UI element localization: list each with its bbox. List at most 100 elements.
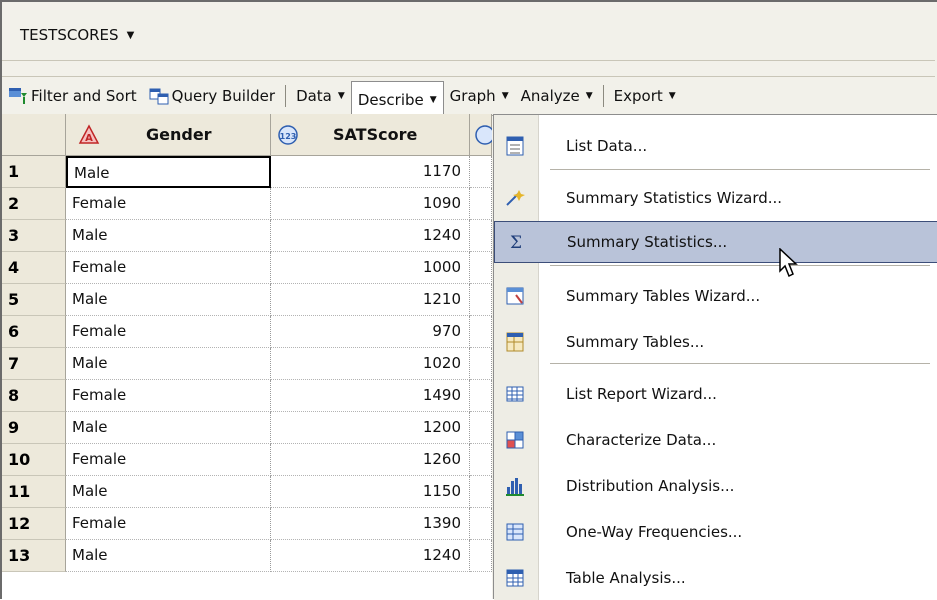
next-column-cell[interactable] — [470, 444, 492, 476]
row-number[interactable]: 7 — [2, 348, 66, 380]
menu-item-label: Summary Statistics... — [567, 233, 728, 251]
next-column-cell[interactable] — [470, 252, 492, 284]
next-column-cell[interactable] — [470, 188, 492, 220]
gender-cell[interactable]: Female — [66, 316, 271, 348]
menu-item-label: List Report Wizard... — [566, 385, 717, 403]
grid-corner[interactable] — [2, 114, 66, 156]
gender-cell[interactable]: Male — [66, 476, 271, 508]
gender-cell[interactable]: Female — [66, 188, 271, 220]
satscore-cell[interactable]: 970 — [271, 316, 470, 348]
row-number[interactable]: 5 — [2, 284, 66, 316]
next-column-cell[interactable] — [470, 476, 492, 508]
query-builder-label: Query Builder — [171, 87, 276, 105]
gender-cell[interactable]: Male — [66, 156, 271, 188]
menu-item-list-report-wizard[interactable]: List Report Wizard... — [494, 373, 937, 415]
satscore-cell[interactable]: 1020 — [271, 348, 470, 380]
row-number[interactable]: 1 — [2, 156, 66, 188]
next-column-cell[interactable] — [470, 156, 492, 188]
export-menu-label: Export — [613, 87, 663, 105]
menu-separator — [550, 169, 930, 170]
list-data-icon — [506, 136, 524, 156]
menu-separator — [550, 363, 930, 364]
row-number[interactable]: 13 — [2, 540, 66, 572]
menu-item-label: Summary Tables Wizard... — [566, 287, 761, 305]
gender-cell[interactable]: Female — [66, 508, 271, 540]
gender-cell[interactable]: Female — [66, 380, 271, 412]
satscore-cell[interactable]: 1170 — [271, 156, 470, 188]
column-header-gender[interactable]: A Gender — [66, 114, 271, 156]
satscore-cell[interactable]: 1390 — [271, 508, 470, 540]
next-column-cell[interactable] — [470, 348, 492, 380]
satscore-cell[interactable]: 1490 — [271, 380, 470, 412]
menu-item-distribution-analysis[interactable]: Distribution Analysis... — [494, 465, 937, 507]
filter-sort-label: Filter and Sort — [31, 87, 137, 105]
svg-text:123: 123 — [280, 132, 297, 141]
next-column-cell[interactable] — [470, 412, 492, 444]
describe-dropdown-menu: List Data... Summary Statistics Wizard...… — [493, 114, 937, 600]
satscore-cell[interactable]: 1210 — [271, 284, 470, 316]
describe-menu-button[interactable]: Describe ▼ — [350, 80, 444, 118]
menu-item-one-way-frequencies[interactable]: One-Way Frequencies... — [494, 511, 937, 553]
menu-item-label: List Data... — [566, 137, 648, 155]
next-column-cell[interactable] — [470, 540, 492, 572]
satscore-cell[interactable]: 1240 — [271, 220, 470, 252]
row-number[interactable]: 6 — [2, 316, 66, 348]
distribution-icon — [506, 478, 524, 496]
query-builder-icon — [149, 88, 169, 105]
column-header-satscore-label: SATScore — [333, 125, 418, 144]
analyze-menu-button[interactable]: Analyze ▼ — [515, 81, 599, 111]
menu-separator — [550, 265, 930, 266]
query-builder-button[interactable]: Query Builder — [143, 81, 281, 111]
column-header-next[interactable] — [470, 114, 492, 156]
toolbar-separator — [285, 85, 287, 107]
row-number[interactable]: 9 — [2, 412, 66, 444]
gender-cell[interactable]: Male — [66, 220, 271, 252]
next-column-cell[interactable] — [470, 508, 492, 540]
row-number[interactable]: 4 — [2, 252, 66, 284]
next-column-cell[interactable] — [470, 284, 492, 316]
svg-text:Σ: Σ — [510, 233, 522, 253]
gender-cell[interactable]: Male — [66, 540, 271, 572]
data-menu-button[interactable]: Data ▼ — [290, 81, 351, 111]
row-number[interactable]: 12 — [2, 508, 66, 540]
menu-item-summary-tables-wizard[interactable]: Summary Tables Wizard... — [494, 275, 937, 317]
characterize-icon — [506, 431, 524, 449]
gender-cell[interactable]: Female — [66, 252, 271, 284]
frequencies-icon — [506, 523, 524, 541]
satscore-cell[interactable]: 1240 — [271, 540, 470, 572]
row-number[interactable]: 2 — [2, 188, 66, 220]
next-column-cell[interactable] — [470, 220, 492, 252]
menu-item-table-analysis[interactable]: Table Analysis... — [494, 557, 937, 599]
numeric-column-icon: 123 — [278, 125, 298, 145]
dataset-title-bar: TESTSCORES ▼ — [2, 2, 935, 61]
menu-item-summary-statistics[interactable]: Σ Summary Statistics... — [494, 221, 937, 263]
filter-sort-button[interactable]: Filter and Sort — [2, 81, 143, 111]
graph-menu-label: Graph — [449, 87, 496, 105]
next-column-cell[interactable] — [470, 380, 492, 412]
satscore-cell[interactable]: 1000 — [271, 252, 470, 284]
graph-menu-button[interactable]: Graph ▼ — [444, 81, 515, 111]
column-header-satscore[interactable]: 123 SATScore — [271, 114, 470, 156]
gender-cell[interactable]: Male — [66, 412, 271, 444]
menu-item-summary-statistics-wizard[interactable]: Summary Statistics Wizard... — [494, 177, 937, 219]
export-menu-button[interactable]: Export ▼ — [608, 81, 682, 111]
menu-item-summary-tables[interactable]: Summary Tables... — [494, 321, 937, 363]
menu-item-characterize-data[interactable]: Characterize Data... — [494, 419, 937, 461]
gender-cell[interactable]: Male — [66, 284, 271, 316]
row-number[interactable]: 8 — [2, 380, 66, 412]
satscore-cell[interactable]: 1150 — [271, 476, 470, 508]
satscore-cell[interactable]: 1260 — [271, 444, 470, 476]
dataset-dropdown[interactable]: TESTSCORES ▼ — [20, 26, 134, 44]
menu-item-label: Characterize Data... — [566, 431, 717, 449]
menu-item-list-data[interactable]: List Data... — [494, 125, 937, 167]
next-column-cell[interactable] — [470, 316, 492, 348]
row-number[interactable]: 10 — [2, 444, 66, 476]
gender-cell[interactable]: Male — [66, 348, 271, 380]
menu-item-label: Summary Statistics Wizard... — [566, 189, 783, 207]
gender-cell[interactable]: Female — [66, 444, 271, 476]
mouse-pointer-icon — [779, 248, 798, 278]
satscore-cell[interactable]: 1090 — [271, 188, 470, 220]
row-number[interactable]: 11 — [2, 476, 66, 508]
satscore-cell[interactable]: 1200 — [271, 412, 470, 444]
row-number[interactable]: 3 — [2, 220, 66, 252]
